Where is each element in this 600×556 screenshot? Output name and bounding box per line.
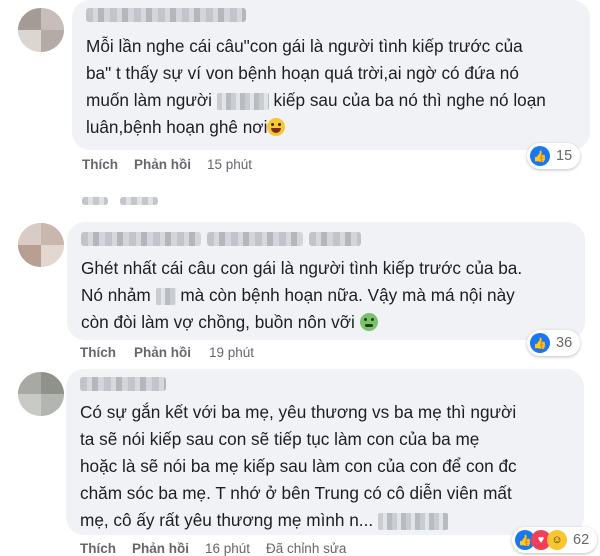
comment-bubble: Có sự gắn kết với ba mẹ, yêu thương vs b… xyxy=(66,369,584,535)
avatar-pixel xyxy=(41,245,64,267)
comment-line: mẹ, cô ấy rất yêu thương mẹ mình n... xyxy=(80,507,517,534)
reply-button[interactable]: Phản hồi xyxy=(134,345,191,360)
comment-line: Có sự gắn kết với ba mẹ, yêu thương vs b… xyxy=(80,402,517,422)
author-name[interactable] xyxy=(81,232,201,246)
avatar-pixel xyxy=(41,223,64,245)
comment-fragment: luân,bệnh hoạn ghê nơi xyxy=(86,117,268,137)
reaction-count: 62 xyxy=(573,532,590,548)
reaction-summary[interactable]: 👍 15 xyxy=(527,143,581,169)
comment-text: Mỗi lần nghe cái câu"con gái là người tì… xyxy=(86,33,546,141)
reply-button[interactable]: Phản hồi xyxy=(134,157,191,172)
comment-line: ta sẽ nói kiếp sau con sẽ tiếp tục làm c… xyxy=(80,429,480,449)
comment-bubble: Ghét nhất cái câu con gái là người tình … xyxy=(67,222,585,340)
comment-actions: Thích Phản hồi 19 phút xyxy=(80,345,254,360)
avatar-pixel xyxy=(18,223,41,245)
reaction-summary[interactable]: 👍 36 xyxy=(527,330,581,356)
laughing-emoji-icon xyxy=(267,118,286,136)
avatar-pixel xyxy=(41,8,64,30)
author-name[interactable] xyxy=(80,377,166,391)
comment-fragment: Nó nhảm xyxy=(81,285,151,305)
comment-fragment: còn đòi làm vợ chồng, buồn nôn vỡi xyxy=(81,312,355,332)
censored-word xyxy=(216,92,269,110)
comment-line: ba" t thấy sự ví von bệnh hoạn quá trời,… xyxy=(86,63,519,83)
comment-bubble: Mỗi lần nghe cái câu"con gái là người tì… xyxy=(72,0,590,150)
reaction-count: 36 xyxy=(556,335,573,351)
avatar-pixel xyxy=(41,372,64,394)
comment-line: Ghét nhất cái câu con gái là người tình … xyxy=(81,258,523,278)
haha-icon: ☺ xyxy=(547,530,567,550)
comment-fragment: muốn làm người xyxy=(86,90,212,110)
like-button[interactable]: Thích xyxy=(80,345,116,360)
author-name xyxy=(207,232,303,246)
comment-line: muốn làm người kiếp sau của ba nó thì ng… xyxy=(86,87,546,114)
timestamp[interactable]: 15 phút xyxy=(207,157,252,172)
avatar-pixel xyxy=(18,372,41,394)
avatar[interactable] xyxy=(18,372,64,416)
censored-word xyxy=(155,287,176,305)
comment-line: luân,bệnh hoạn ghê nơi xyxy=(86,114,546,141)
blurred-strip xyxy=(120,197,158,205)
blurred-strip xyxy=(82,197,108,205)
reaction-summary[interactable]: 👍 ♥ ☺ 62 xyxy=(512,527,598,553)
comment-fragment: mẹ, cô ấy rất yêu thương mẹ mình n... xyxy=(80,510,374,530)
comment-text: Ghét nhất cái câu con gái là người tình … xyxy=(81,255,522,336)
avatar-pixel xyxy=(41,30,64,52)
like-icon: 👍 xyxy=(530,146,550,166)
avatar-pixel xyxy=(18,8,41,30)
comment-fragment: kiếp sau của ba nó thì nghe nó loạn xyxy=(273,90,546,110)
like-button[interactable]: Thích xyxy=(82,157,118,172)
comment-line: còn đòi làm vợ chồng, buồn nôn vỡi xyxy=(81,309,522,336)
author-name xyxy=(309,232,361,246)
comment-line: Mỗi lần nghe cái câu"con gái là người tì… xyxy=(86,36,523,56)
comment-line: chăm sóc ba mẹ. T nhớ ở bên Trung có cô … xyxy=(80,483,512,503)
comment-line: hoặc là sẽ nói ba mẹ kiếp sau làm con củ… xyxy=(80,456,517,476)
comment-fragment: mà còn bệnh hoạn nữa. Vậy mà má nội này xyxy=(180,285,515,305)
reaction-count: 15 xyxy=(556,148,573,164)
nauseated-emoji-icon xyxy=(359,313,378,331)
comment-text: Có sự gắn kết với ba mẹ, yêu thương vs b… xyxy=(80,399,517,534)
avatar[interactable] xyxy=(18,223,64,267)
timestamp[interactable]: 19 phút xyxy=(209,345,254,360)
author-name[interactable] xyxy=(86,8,246,22)
avatar-pixel xyxy=(18,30,41,52)
avatar-pixel xyxy=(18,394,41,416)
avatar[interactable] xyxy=(18,8,64,52)
comment-actions: Thích Phản hồi 15 phút xyxy=(82,157,252,172)
avatar-pixel xyxy=(41,394,64,416)
censored-word xyxy=(377,512,448,530)
avatar-pixel xyxy=(18,245,41,267)
comment-line: Nó nhảm mà còn bệnh hoạn nữa. Vậy mà má … xyxy=(81,282,522,309)
like-icon: 👍 xyxy=(530,333,550,353)
